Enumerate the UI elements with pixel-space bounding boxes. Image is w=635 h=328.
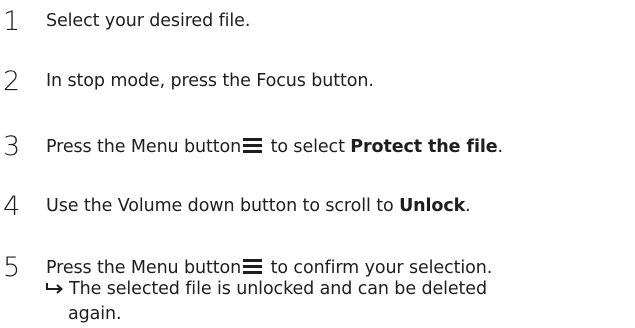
menu-icon <box>243 138 263 153</box>
step-number: 5 <box>3 252 21 283</box>
step-number: 4 <box>3 191 21 222</box>
step-number: 3 <box>3 131 21 162</box>
instruction-steps: 1 Select your desired file. 2 In stop mo… <box>0 0 635 327</box>
step-number: 1 <box>3 6 21 37</box>
step-text-part: to confirm your selection. <box>265 258 493 278</box>
result-text-line1: The selected file is unlocked and can be… <box>69 279 487 299</box>
step-text-part: Select your desired file. <box>46 11 251 31</box>
step-text: Press the Menu button to select Protect … <box>46 138 503 157</box>
menu-icon <box>243 259 263 274</box>
step-text-end: . <box>465 196 471 216</box>
step-text: In stop mode, press the Focus button. <box>46 71 374 91</box>
step-text: Press the Menu button to confirm your se… <box>46 259 492 278</box>
arrow-right-icon <box>46 283 64 294</box>
step-text-part: Press the Menu button <box>46 258 242 278</box>
step-text-part: Use the Volume down button to scroll to <box>46 196 400 216</box>
step-text-part: to select <box>265 137 351 157</box>
result-text-line2: again. <box>68 304 122 325</box>
step-bold-term: Protect the file <box>350 137 498 157</box>
step-text: Select your desired file. <box>46 11 251 31</box>
step-bold-term: Unlock <box>399 196 466 216</box>
step-text: Use the Volume down button to scroll to … <box>46 196 471 216</box>
step-text-part: In stop mode, press the Focus button. <box>46 71 374 91</box>
step-number: 2 <box>3 66 21 97</box>
step-text-end: . <box>497 137 504 157</box>
step-text-part: Press the Menu button <box>46 137 242 157</box>
step-5-result: The selected file is unlocked and can be… <box>46 277 635 328</box>
